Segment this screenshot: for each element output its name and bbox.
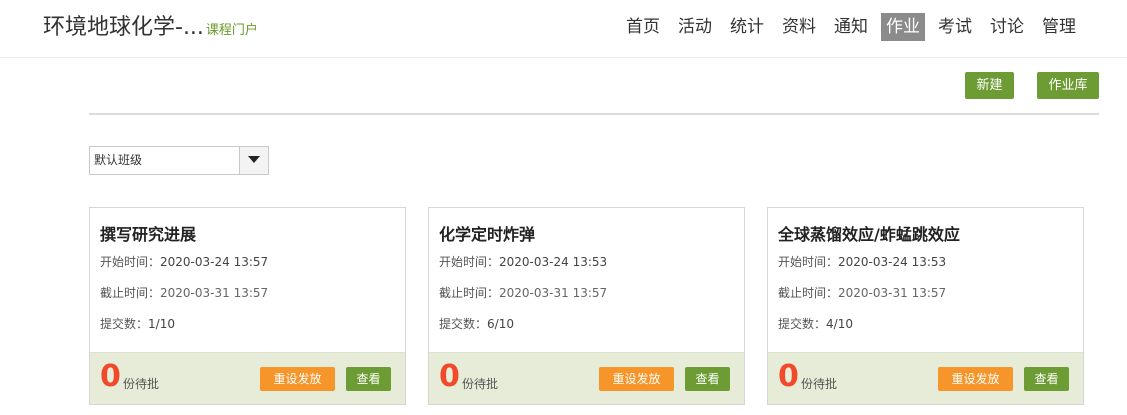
assignment-title[interactable]: 化学定时炸弹 — [439, 221, 535, 245]
new-assignment-button[interactable]: 新建 — [965, 72, 1014, 99]
course-name: 环境地球化学-... — [43, 15, 204, 40]
assignment-card: 化学定时炸弹 开始时间：2020-03-24 13:53 截止时间：2020-0… — [428, 207, 745, 405]
submission-count-value: 6/10 — [487, 317, 514, 331]
submission-count-label: 提交数： — [439, 317, 488, 331]
end-time-value: 2020-03-31 13:57 — [160, 286, 269, 300]
nav-assignments[interactable]: 作业 — [881, 13, 925, 41]
nav-notices[interactable]: 通知 — [829, 13, 873, 41]
pending-label: 份待批 — [462, 377, 499, 391]
start-time-label: 开始时间： — [778, 255, 839, 269]
course-title: 环境地球化学-... 课程门户 — [43, 14, 258, 45]
pending-count: 0 — [439, 359, 460, 394]
submission-count-value: 1/10 — [148, 317, 175, 331]
view-button[interactable]: 查看 — [685, 367, 730, 391]
top-header: 环境地球化学-... 课程门户 首页 活动 统计 资料 通知 作业 考试 讨论 管… — [0, 0, 1127, 58]
view-button[interactable]: 查看 — [346, 367, 391, 391]
course-portal-link[interactable]: 课程门户 — [206, 23, 258, 38]
end-time-value: 2020-03-31 13:57 — [838, 286, 947, 300]
assignment-library-button[interactable]: 作业库 — [1037, 72, 1099, 99]
nav-discussion[interactable]: 讨论 — [985, 13, 1029, 41]
class-select-value: 默认班级 — [94, 153, 143, 167]
main-nav: 首页 活动 统计 资料 通知 作业 考试 讨论 管理 — [621, 13, 1089, 41]
assignment-title[interactable]: 全球蒸馏效应/蚱蜢跳效应 — [778, 221, 960, 245]
pending-label: 份待批 — [123, 377, 160, 391]
start-time: 开始时间：2020-03-24 13:57 — [100, 253, 268, 270]
assignment-card: 撰写研究进展 开始时间：2020-03-24 13:57 截止时间：2020-0… — [89, 207, 406, 405]
end-time: 截止时间：2020-03-31 13:57 — [100, 284, 268, 301]
card-footer: 0 份待批 重设发放 查看 — [429, 352, 744, 404]
end-time-label: 截止时间： — [778, 286, 839, 300]
nav-manage[interactable]: 管理 — [1037, 13, 1081, 41]
submission-count: 提交数：6/10 — [439, 315, 514, 332]
reset-publish-button[interactable]: 重设发放 — [260, 367, 335, 391]
assignment-title[interactable]: 撰写研究进展 — [100, 221, 196, 245]
submission-count-value: 4/10 — [826, 317, 853, 331]
view-button[interactable]: 查看 — [1024, 367, 1069, 391]
chevron-down-icon — [248, 156, 260, 163]
nav-exams[interactable]: 考试 — [933, 13, 977, 41]
nav-materials[interactable]: 资料 — [777, 13, 821, 41]
start-time-label: 开始时间： — [100, 255, 161, 269]
start-time-value: 2020-03-24 13:53 — [499, 255, 608, 269]
start-time-value: 2020-03-24 13:57 — [160, 255, 269, 269]
assignment-card: 全球蒸馏效应/蚱蜢跳效应 开始时间：2020-03-24 13:53 截止时间：… — [767, 207, 1084, 405]
toolbar-divider — [89, 113, 1099, 115]
start-time: 开始时间：2020-03-24 13:53 — [778, 253, 946, 270]
nav-home[interactable]: 首页 — [621, 13, 665, 41]
end-time-value: 2020-03-31 13:57 — [499, 286, 608, 300]
pending-count: 0 — [778, 359, 799, 394]
reset-publish-button[interactable]: 重设发放 — [938, 367, 1013, 391]
start-time-value: 2020-03-24 13:53 — [838, 255, 947, 269]
submission-count: 提交数：4/10 — [778, 315, 853, 332]
pending-count: 0 — [100, 359, 121, 394]
submission-count-label: 提交数： — [100, 317, 149, 331]
end-time: 截止时间：2020-03-31 13:57 — [439, 284, 607, 301]
reset-publish-button[interactable]: 重设发放 — [599, 367, 674, 391]
card-footer: 0 份待批 重设发放 查看 — [90, 352, 405, 404]
class-select-toggle[interactable] — [239, 147, 268, 174]
start-time: 开始时间：2020-03-24 13:53 — [439, 253, 607, 270]
nav-statistics[interactable]: 统计 — [725, 13, 769, 41]
start-time-label: 开始时间： — [439, 255, 500, 269]
submission-count: 提交数：1/10 — [100, 315, 175, 332]
nav-activities[interactable]: 活动 — [673, 13, 717, 41]
pending-label: 份待批 — [801, 377, 838, 391]
card-footer: 0 份待批 重设发放 查看 — [768, 352, 1083, 404]
end-time-label: 截止时间： — [439, 286, 500, 300]
end-time-label: 截止时间： — [100, 286, 161, 300]
class-select[interactable]: 默认班级 — [89, 146, 269, 175]
submission-count-label: 提交数： — [778, 317, 827, 331]
end-time: 截止时间：2020-03-31 13:57 — [778, 284, 946, 301]
